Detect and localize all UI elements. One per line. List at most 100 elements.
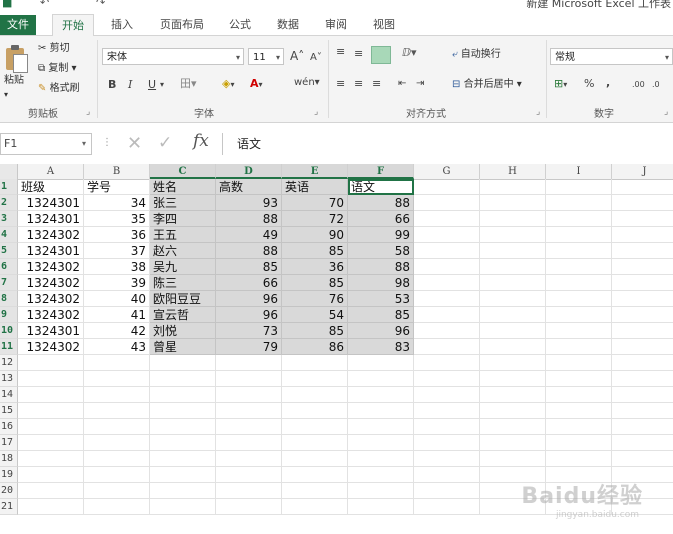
cell-f1[interactable]: 语文 <box>348 179 414 195</box>
cell-a6[interactable]: 1324302 <box>18 259 84 275</box>
row-header[interactable]: 9 <box>0 307 18 323</box>
cell-a13[interactable] <box>18 371 84 387</box>
save-icon[interactable]: ■ <box>2 0 12 9</box>
row-header[interactable]: 11 <box>0 339 18 355</box>
align-right-icon[interactable]: ≡ <box>372 77 381 91</box>
shrink-font-button[interactable]: A˅ <box>310 51 322 65</box>
cell-b8[interactable]: 40 <box>84 291 150 307</box>
tab-review[interactable]: 审阅 <box>314 14 358 35</box>
phonetic-icon[interactable]: wén▾ <box>294 76 320 90</box>
cell-b18[interactable] <box>84 451 150 467</box>
cell-c16[interactable] <box>150 419 216 435</box>
cell-e6[interactable]: 36 <box>282 259 348 275</box>
row-header[interactable]: 6 <box>0 259 18 275</box>
cell-e4[interactable]: 90 <box>282 227 348 243</box>
cell-a20[interactable] <box>18 483 84 499</box>
alignment-launcher-icon[interactable]: ⌟ <box>536 107 540 117</box>
cell-j11[interactable] <box>612 339 673 355</box>
bold-button[interactable]: B <box>108 78 116 92</box>
cell-j14[interactable] <box>612 387 673 403</box>
insert-function-button[interactable]: fx <box>193 131 209 151</box>
cell-a9[interactable]: 1324302 <box>18 307 84 323</box>
cell-f15[interactable] <box>348 403 414 419</box>
cell-b5[interactable]: 37 <box>84 243 150 259</box>
cell-e21[interactable] <box>282 499 348 515</box>
cell-e17[interactable] <box>282 435 348 451</box>
cell-d5[interactable]: 88 <box>216 243 282 259</box>
cell-d14[interactable] <box>216 387 282 403</box>
redo-icon[interactable]: ↷ <box>96 0 105 9</box>
cell-f14[interactable] <box>348 387 414 403</box>
column-header-d[interactable]: D <box>216 164 282 179</box>
cell-e8[interactable]: 76 <box>282 291 348 307</box>
cell-g15[interactable] <box>414 403 480 419</box>
cell-e7[interactable]: 85 <box>282 275 348 291</box>
tab-formulas[interactable]: 公式 <box>218 14 262 35</box>
cell-b14[interactable] <box>84 387 150 403</box>
cell-h1[interactable] <box>480 179 546 195</box>
cell-i8[interactable] <box>546 291 612 307</box>
cell-g16[interactable] <box>414 419 480 435</box>
cell-a14[interactable] <box>18 387 84 403</box>
cell-g19[interactable] <box>414 467 480 483</box>
cell-a1[interactable]: 班级 <box>18 179 84 195</box>
cell-b15[interactable] <box>84 403 150 419</box>
cell-j16[interactable] <box>612 419 673 435</box>
row-header[interactable]: 20 <box>0 483 18 499</box>
cell-i13[interactable] <box>546 371 612 387</box>
cell-g12[interactable] <box>414 355 480 371</box>
cell-h17[interactable] <box>480 435 546 451</box>
cell-j17[interactable] <box>612 435 673 451</box>
cell-b6[interactable]: 38 <box>84 259 150 275</box>
column-header-i[interactable]: I <box>546 164 612 179</box>
wrap-text-button[interactable]: ⤶ 自动换行 <box>452 48 501 62</box>
cell-c8[interactable]: 欧阳豆豆 <box>150 291 216 307</box>
cell-g7[interactable] <box>414 275 480 291</box>
cell-h11[interactable] <box>480 339 546 355</box>
italic-button[interactable]: I <box>128 78 132 92</box>
border-icon[interactable]: 田▾ <box>180 77 197 91</box>
cell-c20[interactable] <box>150 483 216 499</box>
cell-d21[interactable] <box>216 499 282 515</box>
row-header[interactable]: 4 <box>0 227 18 243</box>
tab-file[interactable]: 文件 <box>0 15 36 35</box>
cell-c1[interactable]: 姓名 <box>150 179 216 195</box>
cell-c11[interactable]: 曾星 <box>150 339 216 355</box>
cell-i16[interactable] <box>546 419 612 435</box>
cell-a17[interactable] <box>18 435 84 451</box>
cell-i17[interactable] <box>546 435 612 451</box>
cell-f17[interactable] <box>348 435 414 451</box>
cell-i6[interactable] <box>546 259 612 275</box>
cell-d19[interactable] <box>216 467 282 483</box>
cell-b12[interactable] <box>84 355 150 371</box>
increase-indent-icon[interactable]: ⇥ <box>416 77 424 91</box>
cell-e13[interactable] <box>282 371 348 387</box>
cell-e12[interactable] <box>282 355 348 371</box>
cell-a19[interactable] <box>18 467 84 483</box>
tab-page-layout[interactable]: 页面布局 <box>150 14 214 35</box>
cell-a2[interactable]: 1324301 <box>18 195 84 211</box>
cell-c3[interactable]: 李四 <box>150 211 216 227</box>
cell-e1[interactable]: 英语 <box>282 179 348 195</box>
cell-a12[interactable] <box>18 355 84 371</box>
cell-d13[interactable] <box>216 371 282 387</box>
cell-c6[interactable]: 吴九 <box>150 259 216 275</box>
cell-a7[interactable]: 1324302 <box>18 275 84 291</box>
cell-b11[interactable]: 43 <box>84 339 150 355</box>
cell-f13[interactable] <box>348 371 414 387</box>
cell-g3[interactable] <box>414 211 480 227</box>
cell-d1[interactable]: 高数 <box>216 179 282 195</box>
cell-a18[interactable] <box>18 451 84 467</box>
row-header[interactable]: 12 <box>0 355 18 371</box>
column-header-c[interactable]: C <box>150 164 216 179</box>
column-header-e[interactable]: E <box>282 164 348 179</box>
cell-h7[interactable] <box>480 275 546 291</box>
cell-b16[interactable] <box>84 419 150 435</box>
cell-c13[interactable] <box>150 371 216 387</box>
cell-d7[interactable]: 66 <box>216 275 282 291</box>
row-header[interactable]: 8 <box>0 291 18 307</box>
cancel-icon[interactable]: ✕ <box>127 133 142 154</box>
tab-view[interactable]: 视图 <box>362 14 406 35</box>
row-header[interactable]: 21 <box>0 499 18 515</box>
chevron-down-icon[interactable]: ▾ <box>160 78 164 92</box>
